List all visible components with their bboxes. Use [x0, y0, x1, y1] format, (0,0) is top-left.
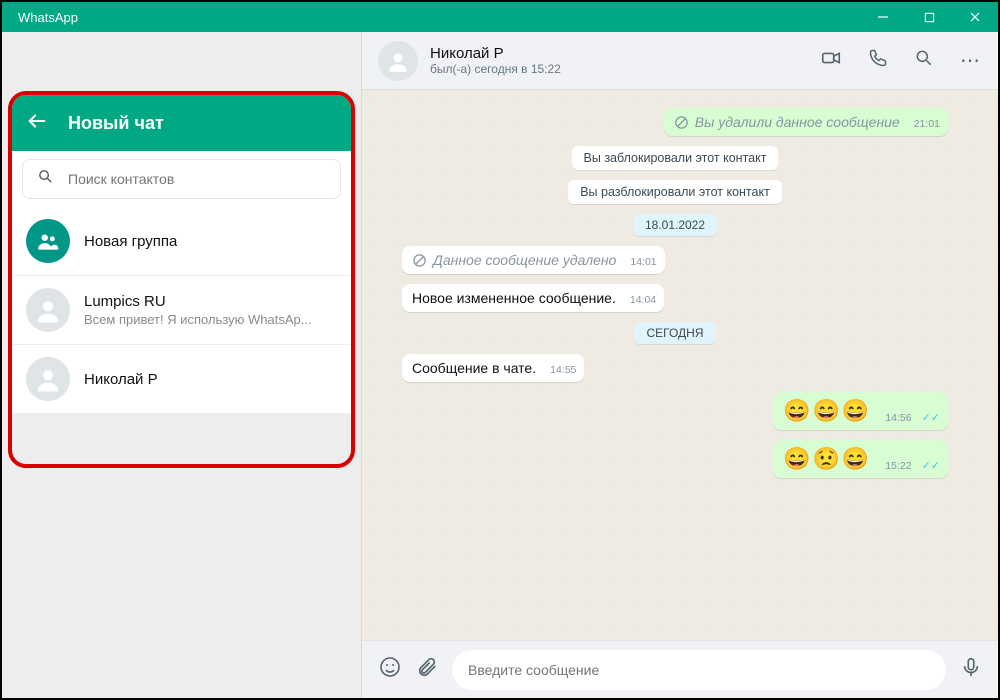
app-title: WhatsApp	[2, 10, 78, 25]
chat-menu-icon[interactable]: ⋯	[960, 48, 982, 73]
new-group-label: Новая группа	[84, 233, 177, 250]
maximize-button[interactable]	[906, 2, 952, 32]
message-out[interactable]: 😄😄😄 14:56 ✓✓	[773, 392, 948, 430]
message-out-deleted[interactable]: Вы удалили данное сообщение 21:01	[664, 108, 948, 136]
contact-list: Новая группа Lumpics RU Всем привет! Я и…	[12, 207, 351, 414]
video-call-icon[interactable]	[820, 47, 842, 74]
contact-name: Николай Р	[84, 371, 158, 388]
voice-call-icon[interactable]	[868, 48, 888, 73]
back-button[interactable]	[26, 110, 48, 137]
app-window: WhatsApp Новый чат	[0, 0, 1000, 700]
system-message: Вы разблокировали этот контакт	[568, 180, 782, 204]
new-group-item[interactable]: Новая группа	[12, 207, 351, 276]
search-input[interactable]	[68, 171, 326, 187]
titlebar: WhatsApp	[2, 2, 998, 32]
contact-name: Lumpics RU	[84, 293, 312, 310]
read-ticks-icon: ✓✓	[922, 459, 940, 472]
emoji-icon[interactable]	[378, 655, 402, 684]
search-input-wrap[interactable]	[22, 159, 341, 199]
mic-icon[interactable]	[960, 656, 982, 683]
message-in-deleted[interactable]: Данное сообщение удалено 14:01	[402, 246, 665, 274]
group-icon	[26, 219, 70, 263]
attach-icon[interactable]	[416, 656, 438, 683]
message-in[interactable]: Новое измененное сообщение. 14:04	[402, 284, 664, 312]
contact-status: Всем привет! Я использую WhatsAp...	[84, 312, 312, 327]
minimize-button[interactable]	[860, 2, 906, 32]
search-in-chat-icon[interactable]	[914, 48, 934, 73]
read-ticks-icon: ✓✓	[922, 411, 940, 424]
composer	[362, 640, 998, 698]
panel-title: Новый чат	[68, 113, 164, 134]
close-button[interactable]	[952, 2, 998, 32]
chat-avatar[interactable]	[378, 41, 418, 81]
chat-pane: Николай Р был(-а) сегодня в 15:22 ⋯	[362, 32, 998, 698]
new-chat-header: Новый чат	[12, 95, 351, 151]
chat-contact-name: Николай Р	[430, 45, 561, 62]
system-message: Вы заблокировали этот контакт	[572, 146, 779, 170]
chat-last-seen: был(-а) сегодня в 15:22	[430, 62, 561, 76]
avatar-icon	[26, 288, 70, 332]
message-input[interactable]	[452, 650, 946, 690]
date-chip: 18.01.2022	[633, 214, 717, 236]
contact-item[interactable]: Николай Р	[12, 345, 351, 414]
messages-area[interactable]: Вы удалили данное сообщение 21:01 Вы заб…	[362, 90, 998, 640]
avatar-icon	[26, 357, 70, 401]
search-icon	[37, 168, 54, 190]
contact-item[interactable]: Lumpics RU Всем привет! Я использую What…	[12, 276, 351, 345]
message-out[interactable]: 😄😟😄 15:22 ✓✓	[773, 440, 948, 478]
left-pane: Новый чат	[2, 32, 362, 698]
message-in[interactable]: Сообщение в чате. 14:55	[402, 354, 584, 382]
window-controls	[860, 2, 998, 32]
chat-header: Николай Р был(-а) сегодня в 15:22 ⋯	[362, 32, 998, 90]
new-chat-panel-highlight: Новый чат	[8, 91, 355, 468]
date-chip: СЕГОДНЯ	[634, 322, 715, 344]
